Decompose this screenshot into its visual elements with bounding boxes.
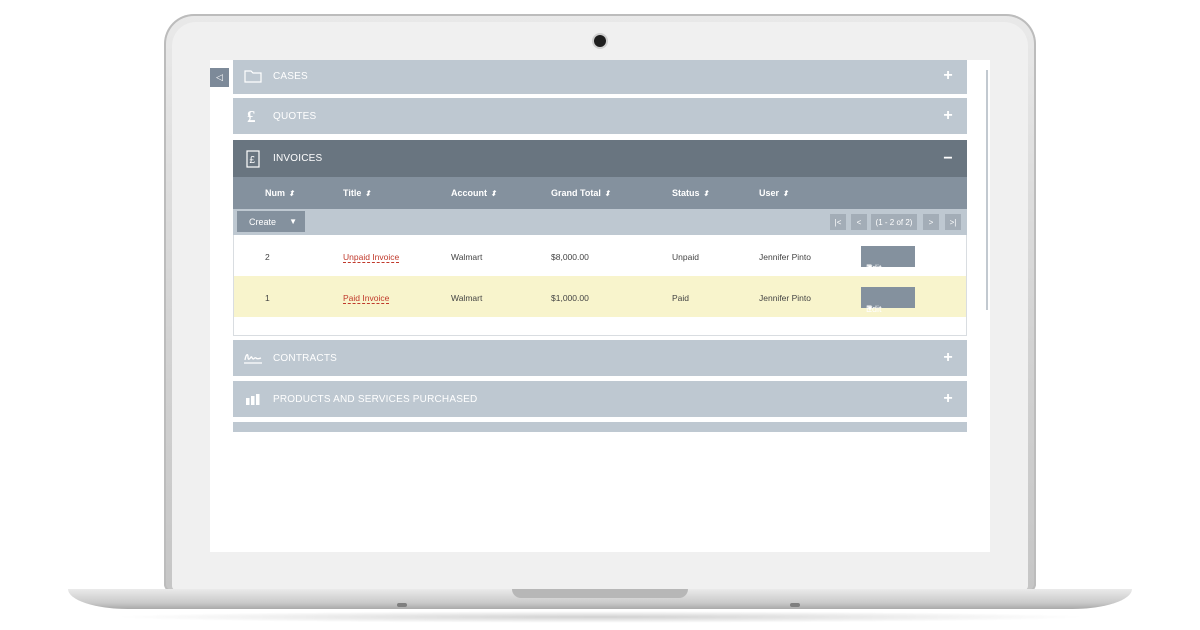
column-header-grand-total[interactable]: Grand Total ⬍ [551, 188, 611, 198]
sort-icon: ⬍ [782, 189, 789, 198]
panel-cases-label: CASES [273, 70, 308, 82]
column-header-user[interactable]: User ⬍ [759, 188, 789, 198]
sort-icon: ⬍ [364, 189, 372, 198]
cell-user: Jennifer Pinto [759, 293, 811, 303]
edit-button[interactable]: Edit ▼ [861, 287, 915, 314]
sidebar-collapse-button[interactable]: ◁ [210, 68, 229, 87]
app-viewport: ◁ CASES + £ QUOTES + £ INVOICES − Num ⬍ … [210, 60, 990, 432]
dropdown-caret-icon[interactable]: ▼ [289, 217, 297, 226]
pager-first-button[interactable]: |< [830, 214, 846, 230]
pager-last-button[interactable]: >| [945, 214, 961, 230]
folder-icon [233, 60, 273, 94]
cell-grand-total: $8,000.00 [551, 252, 589, 262]
table-row: 2 Unpaid Invoice Walmart $8,000.00 Unpai… [234, 235, 966, 276]
cell-account: Walmart [451, 293, 483, 303]
panel-quotes-header[interactable]: £ QUOTES + [233, 98, 967, 134]
cell-grand-total: $1,000.00 [551, 293, 589, 303]
panel-contracts-label: CONTRACTS [273, 352, 338, 364]
panel-products-header[interactable]: PRODUCTS AND SERVICES PURCHASED + [233, 381, 967, 417]
sort-icon: ⬍ [603, 189, 611, 198]
dropdown-caret-icon[interactable]: ▼ [866, 304, 874, 313]
pound-icon: £ [233, 98, 273, 134]
column-header-account[interactable]: Account ⬍ [451, 188, 497, 198]
invoices-column-headers: Num ⬍ Title ⬍ Account ⬍ Grand Total ⬍ Status… [233, 177, 967, 209]
pager-info: (1 - 2 of 2) [871, 214, 917, 230]
laptop-foot [397, 603, 407, 607]
cell-status: Paid [672, 293, 690, 303]
collapse-arrow-icon: ◁ [216, 72, 223, 82]
screen: ◁ CASES + £ QUOTES + £ INVOICES − Num ⬍ … [210, 60, 990, 552]
dropdown-caret-icon[interactable]: ▼ [866, 263, 874, 272]
cell-status: Unpaid [672, 252, 699, 262]
table-row: 1 Paid Invoice Walmart $1,000.00 Paid Je… [234, 276, 966, 317]
invoices-toolbar: Create ▼ |< < (1 - 2 of 2) > >| [233, 209, 967, 235]
collapse-icon[interactable]: − [929, 150, 967, 168]
panel-quotes-label: QUOTES [273, 110, 317, 122]
edit-button[interactable]: Edit ▼ [861, 246, 915, 273]
expand-icon[interactable]: + [929, 349, 967, 367]
panel-invoices-header[interactable]: £ INVOICES − [233, 140, 967, 177]
svg-text:£: £ [247, 107, 256, 125]
bar-chart-icon [233, 381, 273, 417]
sort-icon: ⬍ [702, 189, 710, 198]
cell-num: 1 [265, 293, 270, 303]
pager-next-button[interactable]: > [923, 214, 939, 230]
panel-products-label: PRODUCTS AND SERVICES PURCHASED [273, 393, 478, 405]
cell-account: Walmart [451, 252, 483, 262]
invoice-title-link[interactable]: Paid Invoice [343, 293, 390, 304]
invoice-title-link[interactable]: Unpaid Invoice [343, 252, 400, 263]
svg-text:£: £ [250, 155, 256, 166]
laptop-shadow [110, 611, 1090, 623]
invoices-table-body: 2 Unpaid Invoice Walmart $8,000.00 Unpai… [233, 235, 967, 336]
webcam-icon [594, 35, 606, 47]
column-header-status[interactable]: Status ⬍ [672, 188, 709, 198]
expand-icon[interactable]: + [929, 67, 967, 85]
signature-icon [233, 340, 273, 376]
column-header-num[interactable]: Num ⬍ [265, 188, 295, 198]
sort-icon: ⬍ [288, 189, 295, 198]
panel-cases-header[interactable]: CASES + [233, 60, 967, 94]
create-button-label: Create [249, 216, 277, 227]
panel-next-header-partial[interactable] [233, 422, 967, 432]
panel-contracts-header[interactable]: CONTRACTS + [233, 340, 967, 376]
cell-num: 2 [265, 252, 270, 262]
column-header-title[interactable]: Title ⬍ [343, 188, 371, 198]
laptop-hinge-notch [512, 589, 688, 598]
sort-icon: ⬍ [490, 189, 497, 198]
invoice-icon: £ [233, 141, 273, 177]
expand-icon[interactable]: + [929, 107, 967, 125]
create-button[interactable]: Create ▼ [237, 211, 305, 232]
cell-user: Jennifer Pinto [759, 252, 811, 262]
panel-invoices-label: INVOICES [273, 153, 323, 164]
scrollbar[interactable] [986, 70, 988, 310]
laptop-foot [790, 603, 800, 607]
pager-prev-button[interactable]: < [851, 214, 867, 230]
expand-icon[interactable]: + [929, 390, 967, 408]
